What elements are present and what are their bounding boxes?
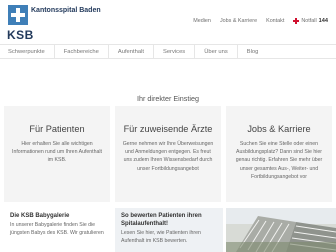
brand-name[interactable]: Kantonsspital Baden — [31, 7, 101, 14]
teaser-title: Die KSB Babygalerie — [10, 213, 70, 219]
nav-item-aufenthalt[interactable]: Aufenthalt — [109, 45, 154, 58]
card-title: Für Patienten — [29, 124, 85, 134]
teaser-text: In unserer Babygalerie finden Sie die jü… — [10, 222, 104, 236]
nav-item-fachbereiche[interactable]: Fachbereiche — [55, 45, 109, 58]
teaser-bewertungen[interactable]: So bewerten Patienten ihren Spitalaufent… — [115, 208, 223, 252]
notfall-number: 144 — [318, 18, 328, 24]
card-text: Suchen Sie eine Stelle oder einen Ausbil… — [235, 141, 323, 180]
site-header: Kantonsspital Baden KSB Medien Jobs & Ka… — [0, 0, 336, 42]
main-nav: Schwerpunkte Fachbereiche Aufenthalt Ser… — [0, 44, 336, 59]
nav-item-ueber-uns[interactable]: Über uns — [195, 45, 238, 58]
card-patienten[interactable]: Für Patienten Hier erhalten Sie alle wic… — [4, 106, 110, 202]
notfall-cross-icon — [293, 18, 300, 24]
teaser-text: Lesen Sie hier, wie Patienten ihren Aufe… — [121, 230, 201, 244]
card-title: Für zuweisende Ärzte — [123, 124, 213, 134]
notfall-label: Notfall — [301, 18, 317, 24]
entry-cards: Für Patienten Hier erhalten Sie alle wic… — [4, 106, 332, 202]
utility-link-jobs[interactable]: Jobs & Karriere — [220, 18, 257, 24]
utility-link-medien[interactable]: Medien — [193, 18, 211, 24]
section-title: Ihr direkter Einstieg — [137, 94, 199, 103]
hospital-building-image — [226, 208, 336, 252]
teaser-babygalerie[interactable]: Die KSB Babygalerie In unserer Babygaler… — [4, 208, 112, 252]
utility-link-kontakt[interactable]: Kontakt — [266, 18, 284, 24]
card-jobs[interactable]: Jobs & Karriere Suchen Sie eine Stelle o… — [226, 106, 332, 202]
brand-abbreviation[interactable]: KSB — [7, 28, 34, 42]
nav-item-schwerpunkte[interactable]: Schwerpunkte — [0, 45, 55, 58]
nav-item-services[interactable]: Services — [154, 45, 196, 58]
notfall-link[interactable]: Notfall 144 — [293, 18, 328, 24]
teaser-title: So bewerten Patienten ihren Spitalaufent… — [121, 213, 202, 227]
card-text: Hier erhalten Sie alle wichtigen Informa… — [12, 141, 102, 164]
card-aerzte[interactable]: Für zuweisende Ärzte Gerne nehmen wir Ih… — [115, 106, 221, 202]
utility-nav: Medien Jobs & Karriere Kontakt Notfall 1… — [193, 16, 328, 26]
teaser-row: Die KSB Babygalerie In unserer Babygaler… — [0, 208, 336, 252]
nav-item-blog[interactable]: Blog — [238, 45, 268, 58]
card-text: Gerne nehmen wir Ihre Überweisungen und … — [122, 141, 214, 172]
card-title: Jobs & Karriere — [247, 124, 311, 134]
